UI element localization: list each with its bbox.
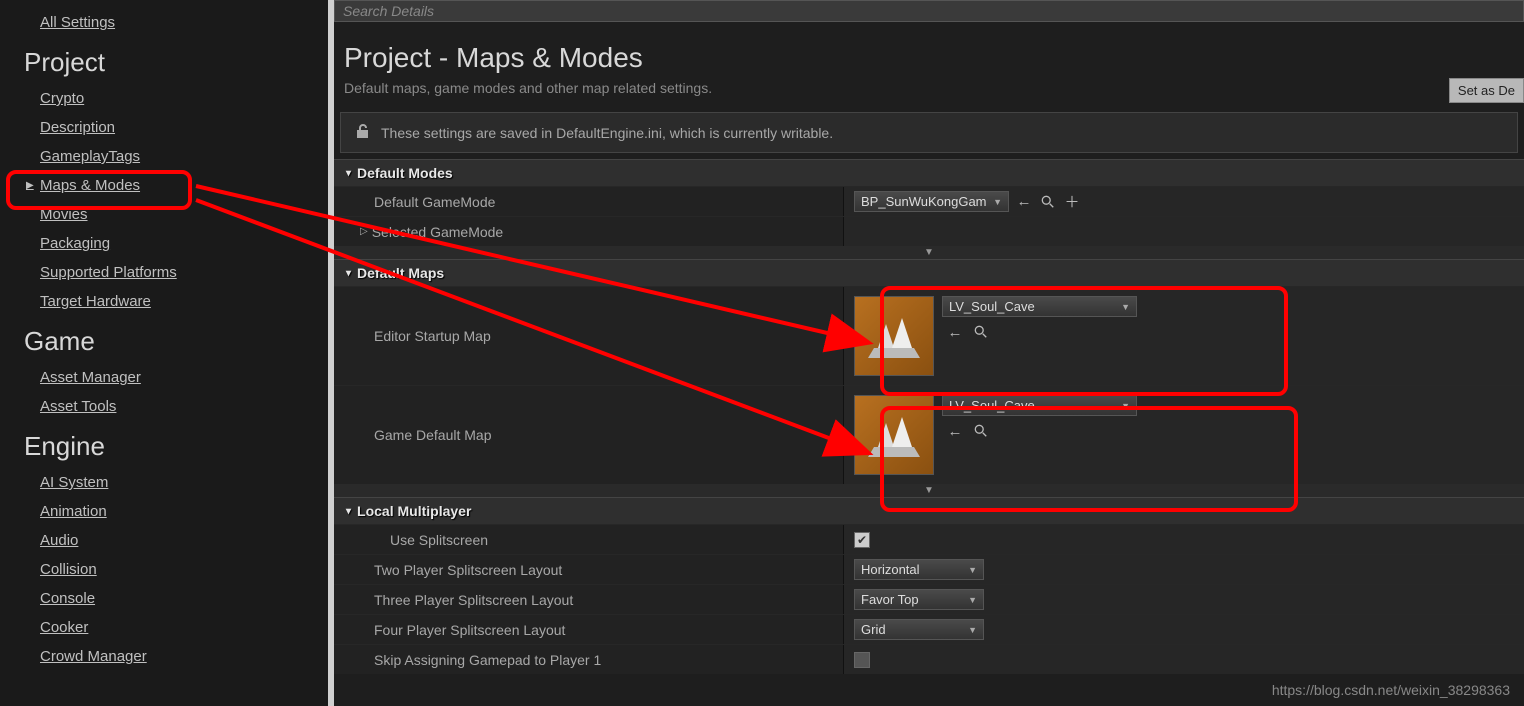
category-title: Local Multiplayer (357, 503, 471, 519)
sidebar-item-label: Maps & Modes (40, 177, 140, 194)
sidebar-item-description[interactable]: Description (0, 113, 328, 142)
search-details-input[interactable]: Search Details (334, 0, 1524, 22)
chevron-down-icon: ▼ (993, 197, 1002, 207)
sidebar-item-console[interactable]: Console (0, 584, 328, 613)
notice-text: These settings are saved in DefaultEngin… (381, 125, 833, 141)
dropdown-value: Favor Top (861, 592, 919, 607)
dropdown-four-player-layout[interactable]: Grid ▼ (854, 619, 984, 640)
triangle-down-icon: ▾ (346, 268, 351, 279)
sidebar-item-animation[interactable]: Animation (0, 497, 328, 526)
category-default-maps[interactable]: ▾ Default Maps (334, 259, 1524, 286)
dropdown-default-gamemode[interactable]: BP_SunWuKongGam ▼ (854, 191, 1009, 212)
dropdown-editor-startup-map[interactable]: LV_Soul_Cave ▼ (942, 296, 1137, 317)
dropdown-three-player-layout[interactable]: Favor Top ▼ (854, 589, 984, 610)
dropdown-value: BP_SunWuKongGam (861, 194, 987, 209)
expand-down-icon[interactable]: ▼ (334, 246, 1524, 259)
checkbox-skip-gamepad[interactable] (854, 652, 870, 668)
sidebar-item-packaging[interactable]: Packaging (0, 229, 328, 258)
chevron-down-icon: ▼ (968, 625, 977, 635)
sidebar-item-maps-modes[interactable]: ▶Maps & Modes (0, 171, 328, 200)
sidebar-item-asset-tools[interactable]: Asset Tools (0, 392, 328, 421)
watermark-text: https://blog.csdn.net/weixin_38298363 (1272, 682, 1510, 698)
label-two-player-layout: Two Player Splitscreen Layout (334, 555, 844, 584)
sidebar-item-target-hardware[interactable]: Target Hardware (0, 287, 328, 316)
label-default-gamemode: Default GameMode (334, 187, 844, 216)
ini-notice: These settings are saved in DefaultEngin… (340, 112, 1518, 153)
dropdown-two-player-layout[interactable]: Horizontal ▼ (854, 559, 984, 580)
sidebar-item-cooker[interactable]: Cooker (0, 613, 328, 642)
arrow-left-icon[interactable]: ← (946, 323, 964, 341)
dropdown-game-default-map[interactable]: LV_Soul_Cave ▼ (942, 395, 1137, 416)
page-subtitle: Default maps, game modes and other map r… (334, 80, 1524, 106)
triangle-right-icon: ▶ (26, 180, 38, 191)
search-icon[interactable] (972, 422, 990, 440)
category-title: Default Modes (357, 165, 453, 181)
label-game-default-map: Game Default Map (334, 386, 844, 484)
checkbox-use-splitscreen[interactable]: ✔ (854, 532, 870, 548)
dropdown-value: Grid (861, 622, 886, 637)
chevron-down-icon: ▼ (968, 565, 977, 575)
map-thumbnail[interactable] (854, 395, 934, 475)
search-icon[interactable] (972, 323, 990, 341)
sidebar-item-movies[interactable]: Movies (0, 200, 328, 229)
map-thumbnail[interactable] (854, 296, 934, 376)
triangle-down-icon: ▾ (346, 506, 351, 517)
expand-down-icon[interactable]: ▼ (334, 484, 1524, 497)
sidebar-item-ai-system[interactable]: AI System (0, 468, 328, 497)
row-label-text: Selected GameMode (372, 224, 504, 240)
sidebar-section-game: Game (0, 316, 328, 363)
sidebar-item-supported-platforms[interactable]: Supported Platforms (0, 258, 328, 287)
label-skip-gamepad: Skip Assigning Gamepad to Player 1 (334, 645, 844, 674)
sidebar-section-project: Project (0, 37, 328, 84)
settings-sidebar: All Settings Project Crypto Description … (0, 0, 334, 706)
arrow-left-icon[interactable]: ← (1015, 193, 1033, 211)
sidebar-section-engine: Engine (0, 421, 328, 468)
sidebar-item-asset-manager[interactable]: Asset Manager (0, 363, 328, 392)
triangle-right-icon: ▷ (360, 226, 368, 237)
sidebar-item-collision[interactable]: Collision (0, 555, 328, 584)
label-four-player-layout: Four Player Splitscreen Layout (334, 615, 844, 644)
set-as-default-button[interactable]: Set as De (1449, 78, 1524, 103)
page-title: Project - Maps & Modes (334, 34, 1524, 80)
unlock-icon (355, 123, 371, 142)
dropdown-value: LV_Soul_Cave (949, 398, 1035, 413)
category-title: Default Maps (357, 265, 444, 281)
dropdown-value: LV_Soul_Cave (949, 299, 1035, 314)
main-panel: Search Details Project - Maps & Modes De… (334, 0, 1524, 706)
sidebar-item-audio[interactable]: Audio (0, 526, 328, 555)
chevron-down-icon: ▼ (1121, 401, 1130, 411)
label-selected-gamemode[interactable]: ▷ Selected GameMode (334, 217, 844, 246)
sidebar-item-gameplaytags[interactable]: GameplayTags (0, 142, 328, 171)
label-editor-startup-map: Editor Startup Map (334, 287, 844, 385)
triangle-down-icon: ▾ (346, 168, 351, 179)
sidebar-all-settings[interactable]: All Settings (0, 8, 328, 37)
sidebar-item-crypto[interactable]: Crypto (0, 84, 328, 113)
category-default-modes[interactable]: ▾ Default Modes (334, 159, 1524, 186)
dropdown-value: Horizontal (861, 562, 920, 577)
arrow-left-icon[interactable]: ← (946, 422, 964, 440)
search-icon[interactable] (1039, 193, 1057, 211)
label-three-player-layout: Three Player Splitscreen Layout (334, 585, 844, 614)
label-use-splitscreen: Use Splitscreen (334, 525, 844, 554)
sidebar-item-crowd-manager[interactable]: Crowd Manager (0, 642, 328, 671)
category-local-multiplayer[interactable]: ▾ Local Multiplayer (334, 497, 1524, 524)
chevron-down-icon: ▼ (968, 595, 977, 605)
plus-icon[interactable]: ＋ (1063, 193, 1081, 211)
chevron-down-icon: ▼ (1121, 302, 1130, 312)
